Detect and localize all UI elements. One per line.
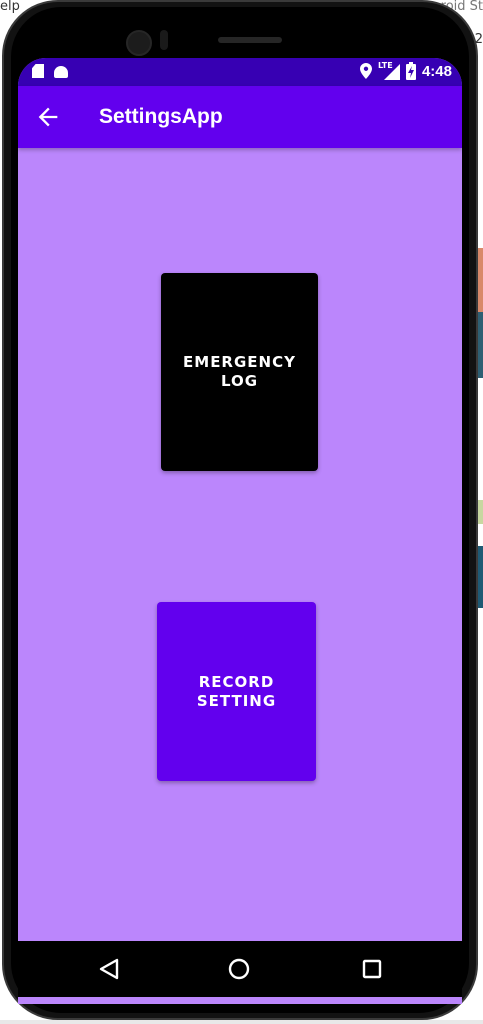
record-setting-button[interactable]: RECORD SETTING xyxy=(157,602,316,781)
nav-home-icon xyxy=(228,958,250,980)
battery-charging-icon xyxy=(405,62,416,80)
location-icon xyxy=(359,63,372,79)
host-bottom-edge xyxy=(0,1020,483,1024)
emergency-log-button[interactable]: EMERGENCY LOG xyxy=(161,273,318,471)
signal-icon xyxy=(383,64,400,80)
app-title: SettingsApp xyxy=(99,105,223,128)
nav-recents-button[interactable] xyxy=(358,955,386,983)
app-bar: SettingsApp xyxy=(18,86,462,148)
status-right-icons: LTE 4:48 xyxy=(359,61,452,80)
status-left-icons xyxy=(32,64,68,78)
proximity-sensor xyxy=(160,30,168,50)
earpiece-speaker xyxy=(218,37,282,43)
nav-recents-icon xyxy=(362,959,382,979)
navigation-bar xyxy=(18,941,462,997)
nav-back-icon xyxy=(99,958,119,980)
sd-card-icon xyxy=(32,64,44,78)
record-setting-label: RECORD SETTING xyxy=(196,672,277,710)
back-button[interactable] xyxy=(34,103,62,131)
status-time: 4:48 xyxy=(421,62,452,80)
host-menu-text: elp xyxy=(0,0,20,14)
emergency-log-label: EMERGENCY LOG xyxy=(183,353,296,390)
device-screen: LTE 4:48 SettingsApp EMERGENCY LOG RECOR… xyxy=(18,58,462,1004)
arrow-back-icon xyxy=(38,107,58,127)
android-icon xyxy=(54,66,68,78)
nav-home-button[interactable] xyxy=(225,955,253,983)
nav-back-button[interactable] xyxy=(96,955,124,983)
front-camera xyxy=(126,30,152,56)
signal-group: LTE xyxy=(378,61,400,80)
status-bar: LTE 4:48 xyxy=(18,58,462,86)
